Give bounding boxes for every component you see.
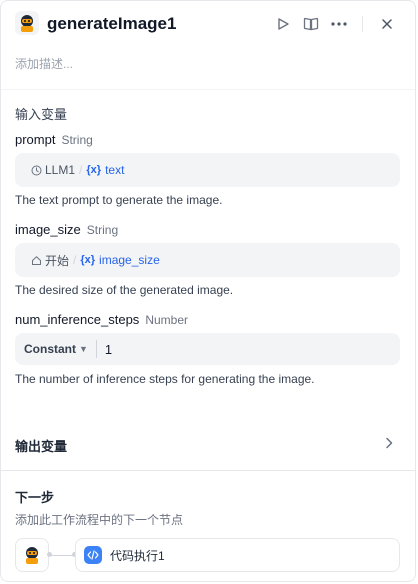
next-node-label: 代码执行1	[110, 548, 165, 563]
var-steps-label: num_inference_steps Number	[15, 311, 188, 329]
node-config-panel: generateImage1 添加描述... 输入变量 prompt String…	[0, 0, 416, 582]
ref-variable-label: text	[105, 163, 125, 177]
chevron-down-icon: ▼	[79, 344, 88, 354]
bot-avatar-icon	[15, 11, 39, 35]
ref-source-label: 开始	[45, 253, 70, 268]
var-steps-description: The number of inference steps for genera…	[15, 372, 315, 386]
code-icon	[84, 546, 102, 564]
ref-source: LLM1	[31, 163, 75, 177]
var-prompt-label: prompt String	[15, 131, 93, 149]
next-node-code-exec[interactable]: 代码执行1	[75, 538, 400, 572]
ref-variable: {x} image_size	[80, 253, 159, 267]
var-image-size-label: image_size String	[15, 221, 118, 239]
ref-separator: /	[79, 163, 83, 177]
next-step-subtitle: 添加此工作流程中的下一个节点	[15, 513, 184, 527]
split-view-icon[interactable]	[301, 14, 321, 34]
bot-avatar-icon	[26, 547, 38, 564]
var-type: Number	[145, 313, 188, 327]
var-steps-constant-input: Constant ▼ 1	[15, 333, 400, 365]
next-step-title: 下一步	[15, 490, 55, 505]
var-name: num_inference_steps	[15, 312, 140, 327]
variable-icon: {x}	[80, 254, 96, 266]
divider	[1, 89, 415, 90]
variable-icon: {x}	[86, 164, 102, 176]
divider	[1, 470, 415, 471]
ref-source-label: LLM1	[45, 163, 76, 177]
connector-dot	[47, 552, 52, 557]
current-node-avatar	[15, 538, 49, 572]
run-icon[interactable]	[273, 14, 293, 34]
close-icon[interactable]	[377, 14, 397, 34]
output-variables-title: 输出变量	[15, 439, 68, 454]
llm-icon	[31, 165, 42, 175]
var-prompt-description: The text prompt to generate the image.	[15, 193, 223, 207]
node-title[interactable]: generateImage1	[47, 13, 176, 35]
ref-variable: {x} text	[86, 163, 124, 177]
header-separator	[362, 16, 363, 32]
var-image-size-description: The desired size of the generated image.	[15, 283, 234, 297]
var-name: prompt	[15, 132, 56, 147]
input-variables-title: 输入变量	[15, 107, 68, 122]
ref-separator: /	[73, 253, 77, 267]
panel-header: generateImage1	[1, 1, 415, 47]
steps-value-input[interactable]: 1	[97, 342, 400, 357]
ref-variable-label: image_size	[99, 253, 160, 267]
value-mode-select[interactable]: Constant ▼	[15, 340, 97, 358]
var-image-size-reference[interactable]: 开始 / {x} image_size	[15, 243, 400, 277]
var-type: String	[86, 223, 119, 237]
description-input[interactable]: 添加描述...	[15, 56, 73, 72]
home-icon	[32, 255, 41, 265]
value-mode-label: Constant	[24, 342, 76, 356]
var-type: String	[61, 133, 93, 147]
chevron-right-icon	[385, 436, 393, 454]
var-prompt-reference[interactable]: LLM1 / {x} text	[15, 153, 400, 187]
output-variables-row[interactable]: 输出变量	[1, 425, 415, 463]
more-icon[interactable]	[329, 14, 349, 34]
var-name: image_size	[15, 222, 81, 237]
ref-source: 开始	[31, 252, 69, 269]
